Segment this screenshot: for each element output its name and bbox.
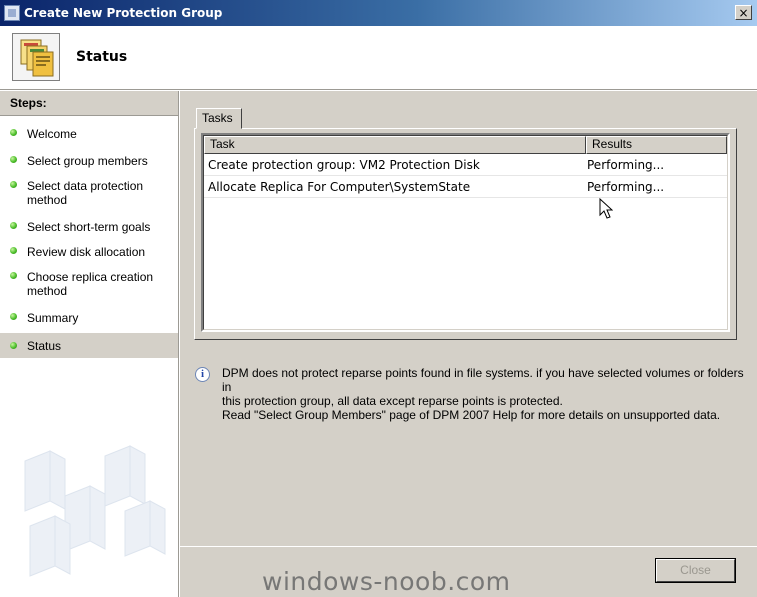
title-bar: Create New Protection Group × (0, 0, 757, 26)
wizard-footer: windows-noob.com Close (180, 546, 757, 597)
result-cell: Performing... (587, 158, 665, 172)
info-icon: i (195, 367, 210, 382)
step-complete-icon (10, 272, 17, 279)
tasks-list[interactable]: Task Results Create protection group: VM… (201, 133, 730, 332)
step-choose-replica-creation-method[interactable]: Choose replica creation method (0, 267, 178, 302)
steps-heading: Steps: (0, 91, 178, 116)
task-cell: Allocate Replica For Computer\SystemStat… (208, 180, 471, 194)
step-select-data-protection-method[interactable]: Select data protection method (0, 176, 178, 211)
table-row[interactable]: Create protection group: VM2 Protection … (204, 154, 727, 176)
step-label: Welcome (27, 127, 77, 141)
step-select-short-term-goals[interactable]: Select short-term goals (0, 217, 178, 238)
main-panel: Tasks Task Results Create protection gro… (180, 91, 757, 546)
step-summary[interactable]: Summary (0, 308, 178, 329)
steps-sidebar: Steps: Welcome Select group members Sele… (0, 91, 179, 597)
tab-tasks[interactable]: Tasks (196, 108, 242, 129)
window-close-button[interactable]: × (735, 5, 752, 20)
step-review-disk-allocation[interactable]: Review disk allocation (0, 242, 178, 263)
step-label: Select data protection method (27, 179, 144, 207)
info-notice: i DPM does not protect reparse points fo… (195, 366, 745, 422)
app-icon (4, 5, 20, 21)
site-watermark: windows-noob.com (262, 567, 511, 596)
step-complete-icon (10, 247, 17, 254)
step-welcome[interactable]: Welcome (0, 124, 178, 145)
step-complete-icon (10, 156, 17, 163)
close-button[interactable]: Close (655, 558, 736, 583)
step-label: Review disk allocation (27, 245, 146, 259)
wizard-header: Status (0, 26, 757, 90)
protection-group-icon (12, 33, 60, 81)
step-complete-icon (10, 181, 17, 188)
step-label: Select group members (27, 154, 148, 168)
window-title: Create New Protection Group (24, 6, 223, 20)
step-complete-icon (10, 222, 17, 229)
column-header-task[interactable]: Task (204, 136, 586, 154)
tasks-list-header: Task Results (204, 136, 727, 154)
step-label: Summary (27, 311, 79, 325)
step-complete-icon (10, 342, 17, 349)
page-title: Status (76, 49, 128, 65)
step-label: Choose replica creation method (27, 270, 154, 298)
task-cell: Create protection group: VM2 Protection … (208, 158, 480, 172)
tasks-tab-panel: Task Results Create protection group: VM… (194, 128, 737, 340)
step-select-group-members[interactable]: Select group members (0, 151, 178, 172)
step-complete-icon (10, 313, 17, 320)
info-text-line: this protection group, all data except r… (222, 394, 563, 408)
column-header-results[interactable]: Results (586, 136, 727, 154)
result-cell: Performing... (587, 180, 665, 194)
step-label: Status (27, 339, 62, 353)
mouse-pointer-icon (599, 198, 613, 219)
step-label: Select short-term goals (27, 220, 151, 234)
info-text-line: DPM does not protect reparse points foun… (222, 366, 744, 394)
table-row[interactable]: Allocate Replica For Computer\SystemStat… (204, 176, 727, 198)
info-text-line: Read "Select Group Members" page of DPM … (222, 408, 721, 422)
servers-watermark-icon (24, 445, 166, 577)
step-status[interactable]: Status (0, 333, 178, 358)
step-complete-icon (10, 129, 17, 136)
